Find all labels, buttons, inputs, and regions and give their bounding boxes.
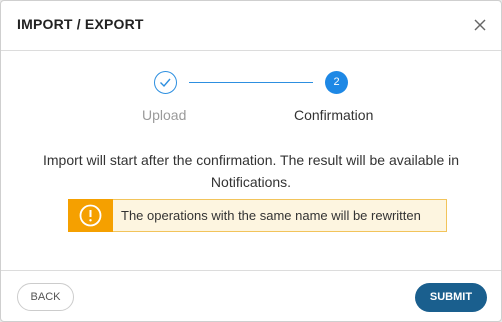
warning-text: The operations with the same name will b…: [121, 208, 421, 223]
dialog-header: IMPORT / EXPORT: [1, 1, 501, 51]
dialog-footer: BACK SUBMIT: [1, 270, 501, 321]
warning-banner: The operations with the same name will b…: [68, 199, 447, 232]
submit-button[interactable]: SUBMIT: [415, 283, 487, 312]
dialog-title: IMPORT / EXPORT: [17, 16, 144, 32]
confirmation-message: Import will start after the confirmation…: [42, 152, 460, 190]
stepper-connector: [189, 82, 313, 83]
import-export-dialog: IMPORT / EXPORT 2 Upload Confirmation Im…: [0, 0, 502, 322]
stepper: 2 Upload Confirmation: [1, 69, 501, 129]
back-button[interactable]: BACK: [17, 283, 74, 311]
close-icon[interactable]: [471, 16, 489, 34]
step-confirmation-label: Confirmation: [294, 107, 374, 123]
warning-icon: [68, 199, 113, 232]
step-confirmation-number: 2: [325, 71, 348, 94]
step-upload-label: Upload: [142, 107, 187, 123]
step-upload-check-icon: [154, 71, 177, 94]
